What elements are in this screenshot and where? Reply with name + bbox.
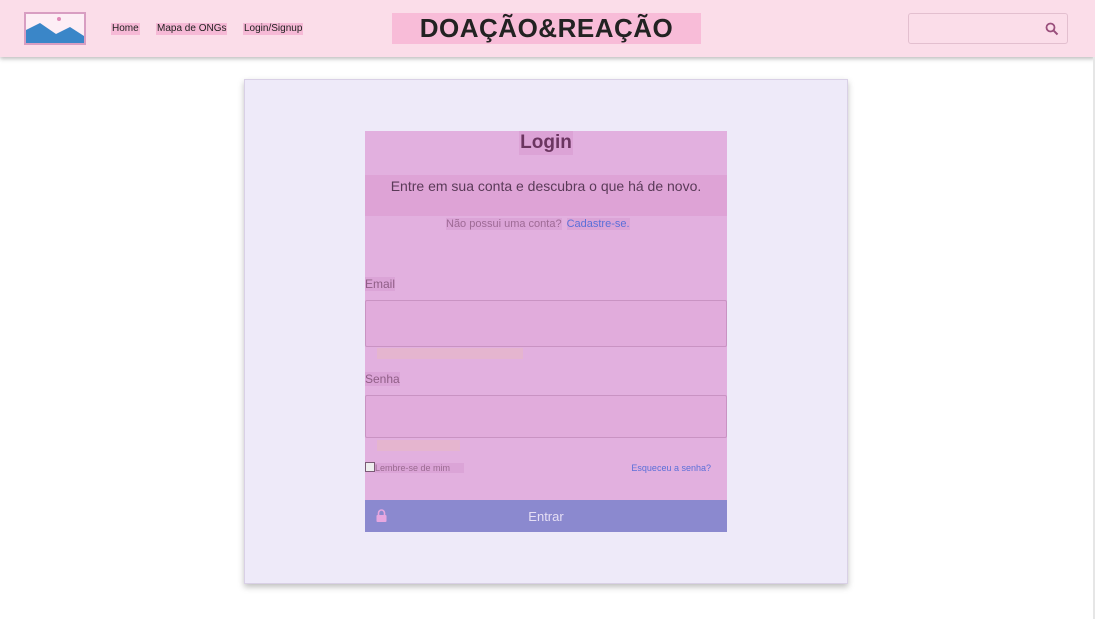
search-icon[interactable] bbox=[1045, 22, 1059, 36]
search-input[interactable] bbox=[909, 14, 1051, 43]
nav-link-mapa-ongs[interactable]: Mapa de ONGs bbox=[156, 23, 228, 35]
email-hint bbox=[377, 348, 523, 359]
login-subtitle: Entre em sua conta e descubra o que há d… bbox=[390, 178, 702, 194]
remember-label: Lembre-se de mim bbox=[375, 463, 465, 473]
password-input[interactable] bbox=[366, 396, 726, 437]
forgot-password-link[interactable]: Esqueceu a senha? bbox=[631, 462, 711, 474]
submit-button[interactable]: Entrar bbox=[365, 500, 727, 532]
signup-row: Não possui uma conta? Cadastre-se. bbox=[446, 217, 630, 231]
lock-icon bbox=[376, 509, 387, 525]
login-card: Login Entre em sua conta e descubra o qu… bbox=[244, 79, 848, 584]
password-label: Senha bbox=[365, 372, 400, 386]
submit-label: Entrar bbox=[528, 508, 564, 524]
email-input[interactable] bbox=[366, 301, 726, 346]
password-field bbox=[365, 395, 727, 438]
remember-checkbox[interactable] bbox=[365, 462, 375, 472]
nav-link-login-signup[interactable]: Login/Signup bbox=[243, 23, 304, 35]
remember-me: Lembre-se de mim bbox=[365, 462, 465, 474]
email-field bbox=[365, 300, 727, 347]
email-label: Email bbox=[365, 277, 396, 291]
nav-link-home[interactable]: Home bbox=[111, 23, 140, 35]
signup-question: Não possui uma conta? bbox=[446, 218, 562, 230]
login-title: Login bbox=[519, 131, 573, 155]
login-form: Login Entre em sua conta e descubra o qu… bbox=[365, 131, 727, 532]
navbar: Home Mapa de ONGs Login/Signup DOAÇÃO&RE… bbox=[0, 0, 1095, 57]
brand-title: DOAÇÃO&REAÇÃO bbox=[392, 13, 701, 44]
search-box bbox=[908, 13, 1068, 44]
password-hint bbox=[377, 440, 460, 451]
logo-image-icon[interactable] bbox=[24, 12, 86, 45]
signup-link[interactable]: Cadastre-se. bbox=[566, 218, 630, 230]
